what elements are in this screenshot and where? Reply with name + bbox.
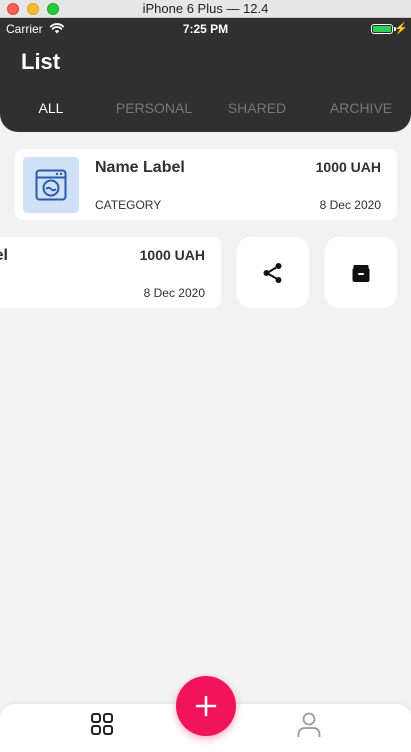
item-date: 8 Dec 2020 bbox=[143, 286, 205, 300]
add-button[interactable] bbox=[176, 676, 236, 736]
list-item[interactable]: Name Label 1000 UAH CATEGORY 8 Dec 2020 bbox=[15, 149, 397, 220]
item-amount: 1000 UAH bbox=[315, 159, 381, 175]
tab-shared[interactable]: SHARED bbox=[228, 100, 286, 116]
washing-machine-icon bbox=[35, 169, 67, 201]
app-header: Carrier 7:25 PM ⚡ List ALL PERSONAL SHAR… bbox=[0, 18, 411, 132]
share-button[interactable] bbox=[237, 237, 309, 308]
window-title: iPhone 6 Plus — 12.4 bbox=[142, 1, 269, 16]
status-time: 7:25 PM bbox=[182, 22, 229, 36]
item-category: CATEGORY bbox=[95, 198, 162, 212]
plus-icon bbox=[195, 695, 217, 717]
status-bar: Carrier 7:25 PM ⚡ bbox=[0, 18, 411, 40]
tab-all[interactable]: ALL bbox=[39, 100, 64, 116]
archive-icon bbox=[352, 265, 370, 282]
tab-archive[interactable]: ARCHIVE bbox=[330, 100, 392, 116]
grid-icon[interactable] bbox=[91, 713, 113, 735]
user-icon[interactable] bbox=[297, 712, 321, 738]
item-thumbnail bbox=[23, 157, 79, 213]
item-name: Name Label bbox=[95, 159, 185, 176]
page-title: List bbox=[21, 49, 61, 74]
item-name-partial: el bbox=[0, 247, 8, 264]
tab-personal[interactable]: PERSONAL bbox=[116, 100, 192, 116]
item-amount: 1000 UAH bbox=[139, 247, 205, 263]
battery-icon bbox=[371, 24, 393, 34]
charging-icon: ⚡ bbox=[394, 23, 408, 35]
list-item-swiped[interactable]: el 1000 UAH 8 Dec 2020 bbox=[0, 237, 221, 308]
simulator-titlebar: iPhone 6 Plus — 12.4 bbox=[0, 0, 411, 18]
share-icon bbox=[263, 263, 282, 283]
item-date: 8 Dec 2020 bbox=[319, 198, 381, 212]
filter-tabs: ALL PERSONAL SHARED ARCHIVE bbox=[0, 100, 411, 120]
archive-button[interactable] bbox=[325, 237, 397, 308]
